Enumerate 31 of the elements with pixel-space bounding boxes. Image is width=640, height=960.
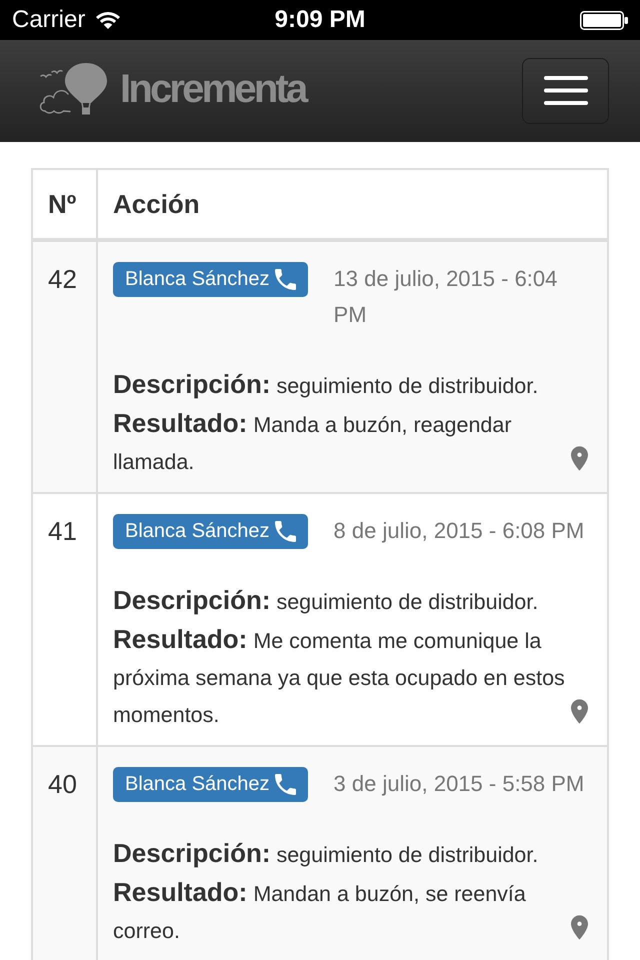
menu-button[interactable] [522,58,609,124]
date-text: 13 de julio, 2015 - 6:04 PM [334,265,558,329]
description-text: Descripción: seguimiento de distribuidor. [113,837,540,870]
date-text: 8 de julio, 2015 - 6:08 PM [334,517,584,545]
table-cell: 40 [32,746,97,960]
column-header: Acción [97,169,608,240]
contact-label[interactable]: Blanca Sánchez [113,514,308,548]
table-cell: 41 [32,493,97,746]
result-text: Resultado: Me comenta me comunique la próxima semana ya que esta ocupado en estos momentos. [113,623,566,729]
phone-icon [274,520,296,542]
table-cell: 42 [32,240,97,493]
carrier-name: Carrier [12,6,86,34]
battery-icon [580,10,628,30]
contact-label[interactable]: Blanca Sánchez [113,262,308,296]
phone-icon [274,268,296,290]
map-pin-icon[interactable] [571,446,588,471]
contact-label[interactable]: Blanca Sánchez [113,766,308,802]
column-header: Nº [32,169,97,240]
description-text: Descripción: seguimiento de distribuidor. [113,584,540,617]
wifi-icon [96,12,120,28]
map-pin-icon[interactable] [571,915,588,940]
clock-time: 9:09 PM [274,6,366,34]
phone-icon [274,774,296,794]
result-text: Resultado: Manda a buzón, reagendar llamada. [113,407,513,476]
menu-icon [544,76,588,105]
map-pin-icon[interactable] [571,699,588,724]
date-text: 3 de julio, 2015 - 5:58 PM [334,770,584,798]
result-text: Resultado: Mandan a buzón, se reenvía correo. [113,876,527,945]
hot-air-balloon-icon [38,63,108,115]
brand-link[interactable]: Incrementa [38,63,306,115]
description-text: Descripción: seguimiento de distribuidor. [113,368,540,401]
